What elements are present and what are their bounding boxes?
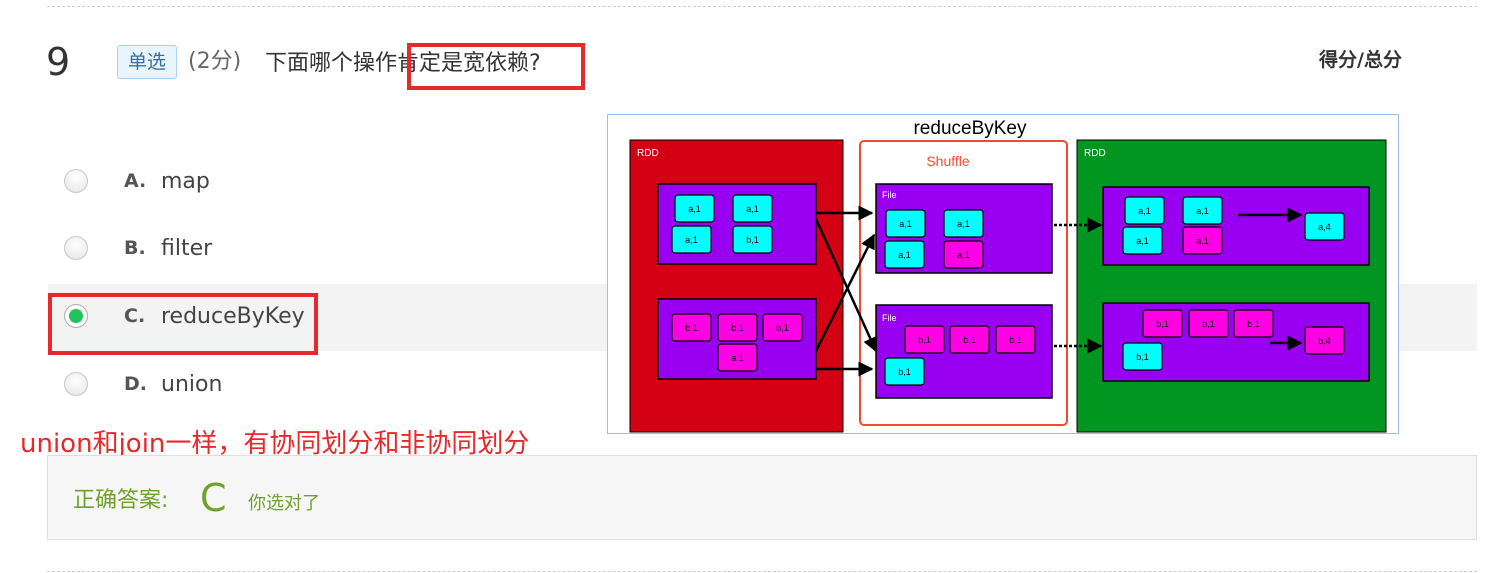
right-bottom-cell-0-label: b,1: [1156, 319, 1169, 329]
bottom-divider: [47, 571, 1477, 572]
option-label: map: [161, 169, 210, 194]
question-score: (2分): [188, 49, 242, 74]
mid-bottom-cell-2-label: b,1: [1009, 335, 1022, 345]
answer-label: 正确答案:: [73, 488, 169, 513]
right-rdd-label: RDD: [1084, 148, 1106, 159]
question-number: 9: [46, 40, 71, 84]
mid-bottom-cell-3-label: b,1: [898, 367, 911, 377]
diagram-title: reduceByKey: [913, 118, 1027, 139]
left-bottom-cell-1-label: b,1: [731, 323, 744, 333]
radio-a[interactable]: [64, 169, 88, 193]
left-top-cell-0-label: a,1: [688, 204, 701, 214]
right-bottom-cell-1-label: b,1: [1202, 319, 1215, 329]
right-bottom-cell-2-label: b,1: [1247, 319, 1260, 329]
answer-panel: 正确答案: C 你选对了: [47, 455, 1477, 540]
answer-value: C: [200, 476, 227, 520]
mid-bottom-cell-0-label: b,1: [918, 335, 931, 345]
option-label: union: [161, 372, 223, 397]
question-highlight-box: [407, 43, 585, 90]
left-bottom-cell-0-label: b,1: [685, 323, 698, 333]
file-label-top: File: [882, 190, 897, 200]
mid-bottom-cell-1-label: b,1: [963, 335, 976, 345]
mid-top-cell-0-label: a,1: [899, 219, 912, 229]
radio-d[interactable]: [64, 372, 88, 396]
left-rdd-label: RDD: [637, 148, 659, 159]
right-rdd-block: [1076, 139, 1387, 433]
radio-b[interactable]: [64, 236, 88, 260]
score-header: 得分/总分: [1319, 49, 1402, 71]
right-top-cell-2-label: a,1: [1136, 236, 1149, 246]
option-letter: A.: [124, 170, 147, 192]
option-letter: D.: [124, 373, 147, 395]
left-top-cell-3-label: b,1: [746, 235, 759, 245]
option-letter: B.: [124, 237, 146, 259]
left-bottom-cell-3-label: a,1: [731, 353, 744, 363]
top-divider: [47, 6, 1477, 7]
right-top-result-label: a,4: [1318, 222, 1331, 232]
shuffle-label: Shuffle: [926, 153, 970, 169]
question-type-badge: 单选: [117, 45, 177, 79]
right-top-cell-0-label: a,1: [1138, 206, 1151, 216]
right-bottom-cell-3-label: b,1: [1136, 352, 1149, 362]
left-bottom-cell-2-label: b,1: [776, 323, 789, 333]
right-top-cell-3-label: a,1: [1196, 236, 1209, 246]
left-top-cell-1-label: a,1: [746, 204, 759, 214]
reducebykey-diagram: reduceByKey RDD Shuffle File File RDD a,…: [607, 114, 1399, 434]
mid-top-cell-2-label: a,1: [898, 250, 911, 260]
selected-option-highlight-box: [48, 293, 318, 355]
right-bottom-result-label: b,4: [1318, 336, 1331, 346]
file-label-bottom: File: [882, 313, 897, 323]
option-label: filter: [161, 236, 213, 261]
right-top-cell-1-label: a,1: [1196, 206, 1209, 216]
mid-top-cell-3-label: a,1: [957, 250, 970, 260]
left-top-cell-2-label: a,1: [685, 235, 698, 245]
mid-top-cell-1-label: a,1: [957, 219, 970, 229]
answer-feedback: 你选对了: [248, 493, 320, 514]
